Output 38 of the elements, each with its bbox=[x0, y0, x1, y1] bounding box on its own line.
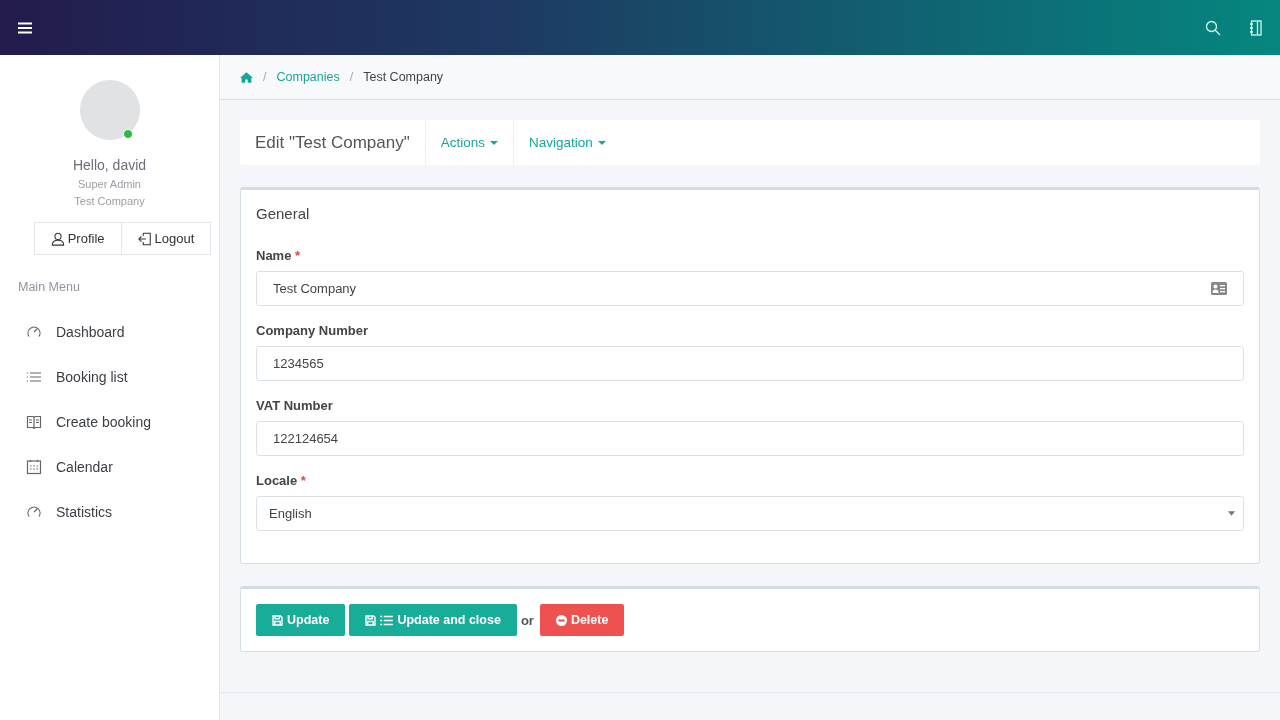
section-title: General bbox=[256, 205, 311, 222]
logout-icon bbox=[137, 231, 152, 246]
breadcrumb-current: Test Company bbox=[363, 70, 444, 84]
page-title: Edit "Test Company" bbox=[255, 132, 410, 153]
field-label: Locale * bbox=[256, 473, 307, 488]
select-field[interactable]: English bbox=[256, 496, 1244, 531]
or-text: or bbox=[520, 612, 534, 628]
field-label: Name * bbox=[256, 248, 302, 263]
input-field[interactable]: Test Company bbox=[256, 271, 1244, 306]
calendar-icon bbox=[26, 458, 42, 475]
profile-button[interactable]: Profile bbox=[33, 222, 122, 255]
home-icon[interactable] bbox=[240, 71, 253, 83]
book-icon bbox=[26, 413, 42, 430]
menu-item[interactable]: Calendar bbox=[56, 458, 113, 475]
minus-circle-icon bbox=[555, 614, 567, 626]
field-label: VAT Number bbox=[256, 398, 334, 413]
notebook-button[interactable] bbox=[1249, 19, 1262, 36]
caret-icon bbox=[1228, 511, 1235, 516]
user-company: Test Company bbox=[74, 195, 145, 207]
search-button[interactable] bbox=[1205, 19, 1221, 36]
input-field[interactable]: 1234565 bbox=[256, 346, 1244, 381]
delete-button[interactable]: Delete bbox=[539, 604, 625, 636]
list-icon bbox=[380, 614, 394, 626]
menu-button[interactable] bbox=[18, 21, 32, 34]
greeting: Hello, david bbox=[72, 157, 147, 173]
user-role: Super Admin bbox=[78, 178, 141, 190]
field-label: Company Number bbox=[256, 323, 369, 338]
breadcrumb-separator: / bbox=[263, 70, 267, 84]
user-icon bbox=[50, 231, 65, 246]
menu-item[interactable]: Dashboard bbox=[56, 323, 125, 340]
menu-item[interactable]: Create booking bbox=[56, 413, 151, 430]
menu-heading: Main Menu bbox=[18, 280, 80, 294]
menu-item[interactable]: Booking list bbox=[56, 368, 128, 385]
input-field[interactable]: 122124654 bbox=[256, 421, 1244, 456]
logout-button[interactable]: Logout bbox=[121, 222, 212, 255]
menu-item[interactable]: Statistics bbox=[56, 503, 112, 520]
id-card-icon bbox=[1211, 282, 1227, 295]
breadcrumb-separator: / bbox=[349, 70, 354, 84]
